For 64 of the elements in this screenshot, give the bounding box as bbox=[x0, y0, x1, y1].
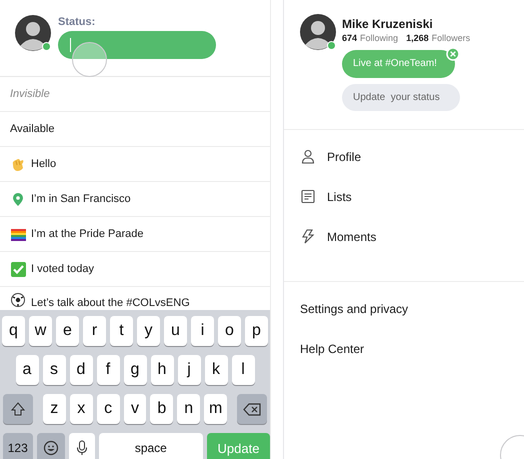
numbers-key[interactable]: 123 bbox=[3, 433, 33, 459]
letter-key[interactable]: o bbox=[218, 316, 241, 346]
update-status-button[interactable]: Update your status bbox=[342, 84, 460, 111]
letter-key[interactable]: f bbox=[96, 355, 120, 385]
letter-key[interactable]: z bbox=[42, 394, 66, 424]
letter-key[interactable]: t bbox=[110, 316, 133, 346]
letter-key[interactable]: p bbox=[245, 316, 268, 346]
emoji-key[interactable] bbox=[36, 433, 66, 459]
letter-key[interactable]: q bbox=[2, 316, 25, 346]
touch-indicator bbox=[72, 42, 107, 77]
dictation-key[interactable] bbox=[69, 433, 95, 459]
status-label: Status: bbox=[58, 16, 96, 28]
menu-item[interactable]: Moments bbox=[327, 230, 376, 244]
letter-key[interactable]: m bbox=[204, 394, 228, 424]
close-icon bbox=[446, 47, 460, 61]
backspace-icon bbox=[243, 400, 262, 418]
letter-key[interactable]: b bbox=[150, 394, 174, 424]
menu-item[interactable]: Help Center bbox=[300, 342, 524, 358]
letter-key[interactable]: g bbox=[124, 355, 146, 385]
avatar-icon bbox=[15, 15, 51, 51]
letter-key[interactable]: i bbox=[191, 316, 214, 346]
person-icon bbox=[301, 149, 315, 164]
emoji-icon bbox=[42, 440, 59, 456]
backspace-key[interactable] bbox=[237, 394, 267, 424]
menu-item[interactable]: Lists bbox=[327, 190, 352, 204]
letter-key[interactable]: a bbox=[16, 355, 38, 385]
letter-key[interactable]: d bbox=[70, 355, 92, 385]
letter-key[interactable]: x bbox=[70, 394, 93, 424]
letter-key[interactable]: c bbox=[96, 394, 120, 424]
lightning-icon bbox=[301, 229, 315, 244]
letter-key[interactable]: s bbox=[42, 355, 66, 385]
followers-count: 1,268 bbox=[406, 33, 429, 43]
letter-key[interactable]: u bbox=[164, 316, 187, 346]
space-key[interactable]: space bbox=[98, 433, 204, 459]
following-count: 674 bbox=[342, 33, 358, 43]
letter-key[interactable]: y bbox=[137, 316, 160, 346]
following-label[interactable]: Following bbox=[360, 33, 398, 43]
status-option[interactable]: Hello bbox=[31, 158, 56, 170]
letter-key[interactable]: j bbox=[178, 355, 200, 385]
status-option[interactable]: Let’s talk about the #COLvsENG bbox=[31, 297, 190, 309]
letter-key[interactable]: w bbox=[29, 316, 52, 346]
letter-key[interactable]: r bbox=[83, 316, 106, 346]
shift-key[interactable] bbox=[3, 394, 33, 424]
letter-key[interactable]: e bbox=[56, 316, 79, 346]
avatar-icon bbox=[300, 14, 336, 50]
letter-key[interactable]: k bbox=[204, 355, 228, 385]
letter-key[interactable]: h bbox=[150, 355, 174, 385]
profile-name: Mike Kruzeniski bbox=[342, 17, 434, 31]
shift-icon bbox=[10, 400, 26, 418]
letter-key[interactable]: n bbox=[177, 394, 200, 424]
soccer-ball-icon bbox=[10, 292, 27, 309]
menu-item[interactable]: Profile bbox=[327, 150, 362, 164]
status-option[interactable]: I’m in San Francisco bbox=[31, 193, 131, 205]
status-option[interactable]: I’m at the Pride Parade bbox=[31, 228, 144, 240]
letter-key[interactable]: l bbox=[232, 355, 254, 385]
check-mark-icon bbox=[10, 260, 27, 278]
status-option[interactable]: Available bbox=[10, 123, 54, 135]
status-option[interactable]: I voted today bbox=[31, 263, 94, 275]
status-input-field[interactable] bbox=[58, 31, 216, 59]
list-icon bbox=[301, 189, 315, 204]
menu-item[interactable]: Settings and privacy bbox=[300, 302, 524, 318]
letter-key[interactable]: v bbox=[124, 394, 146, 424]
followers-label[interactable]: Followers bbox=[432, 33, 470, 43]
text-cursor bbox=[70, 38, 71, 52]
